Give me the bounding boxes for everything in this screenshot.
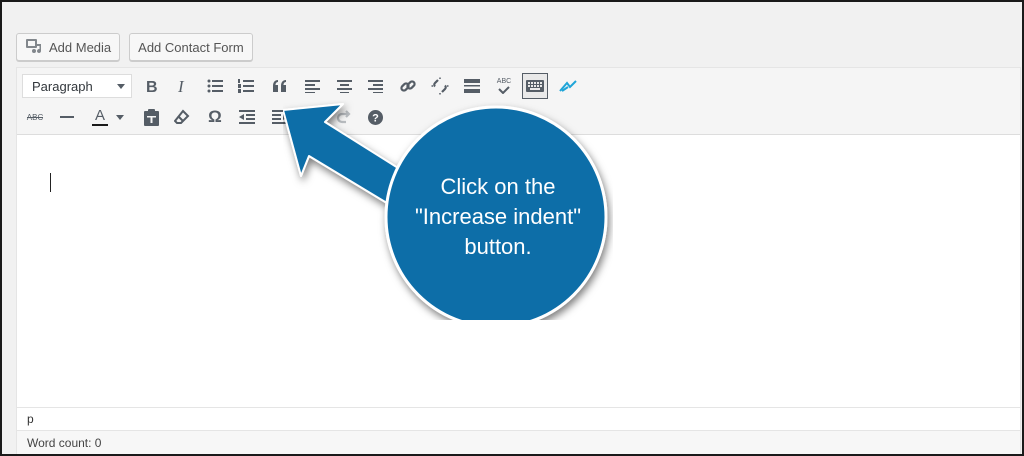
text-color-dropdown[interactable] (113, 104, 127, 130)
align-left-icon (304, 79, 320, 93)
paste-as-text-icon (143, 108, 159, 126)
numbered-list-icon (238, 79, 254, 93)
text-color-button[interactable]: A (87, 104, 113, 130)
paste-as-text-button[interactable] (138, 104, 164, 130)
callout-line-3: button. (464, 234, 532, 259)
decrease-indent-button[interactable] (234, 104, 260, 130)
horizontal-line-icon (60, 116, 74, 118)
align-right-button[interactable] (362, 73, 388, 99)
align-center-button[interactable] (331, 73, 357, 99)
read-more-icon (464, 79, 480, 93)
text-color-icon: A (92, 106, 108, 126)
element-path[interactable]: p (27, 412, 34, 426)
text-cursor (50, 173, 51, 192)
format-select[interactable]: Paragraph (22, 74, 132, 98)
bold-icon: B (145, 78, 159, 94)
bold-button[interactable]: B (139, 73, 165, 99)
add-contact-form-label: Add Contact Form (138, 39, 244, 55)
strikethrough-icon: ABC (26, 113, 44, 122)
clear-formatting-icon (174, 109, 190, 125)
callout-line-2: "Increase indent" (414, 204, 582, 229)
blockquote-icon (272, 80, 288, 92)
align-center-icon (336, 79, 352, 93)
remove-link-icon (431, 77, 449, 95)
spellcheck-icon: ABC (497, 78, 511, 94)
callout-text: Click on the "Increase indent" button. (387, 162, 609, 272)
text-color-label: A (94, 106, 105, 124)
italic-icon: I (176, 78, 190, 94)
keyboard-icon (526, 80, 544, 92)
format-select-value: Paragraph (32, 78, 93, 94)
svg-text:I: I (177, 78, 185, 94)
bulleted-list-icon (207, 79, 223, 93)
decrease-indent-icon (239, 110, 255, 124)
smart-button[interactable] (555, 73, 581, 99)
chevron-down-icon (117, 84, 125, 89)
chevron-down-icon (116, 114, 124, 120)
numbered-list-button[interactable] (233, 73, 259, 99)
insert-link-icon (399, 77, 417, 95)
insert-link-button[interactable] (395, 73, 421, 99)
add-media-button[interactable]: Add Media (16, 33, 121, 61)
smart-icon (559, 79, 577, 93)
bulleted-list-button[interactable] (202, 73, 228, 99)
spellcheck-button[interactable]: ABC (491, 73, 517, 99)
add-media-label: Add Media (49, 39, 112, 55)
blockquote-button[interactable] (267, 73, 293, 99)
remove-link-button[interactable] (427, 73, 453, 99)
callout-line-1: Click on the (440, 174, 556, 199)
align-right-icon (367, 79, 383, 93)
special-character-button[interactable]: Ω (202, 104, 228, 130)
read-more-button[interactable] (459, 73, 485, 99)
element-path-bar: p (17, 407, 1020, 430)
word-count-bar: Word count: 0 (17, 430, 1020, 455)
clear-formatting-button[interactable] (169, 104, 195, 130)
align-left-button[interactable] (299, 73, 325, 99)
spellcheck-label: ABC (496, 78, 512, 85)
special-character-icon: Ω (208, 107, 222, 126)
toolbar-toggle-button[interactable] (522, 73, 548, 99)
horizontal-line-button[interactable] (54, 104, 80, 130)
italic-button[interactable]: I (170, 73, 196, 99)
strikethrough-button[interactable]: ABC (22, 104, 48, 130)
word-count: Word count: 0 (27, 436, 102, 450)
media-icon (25, 38, 43, 57)
media-buttons: Add Media Add Contact Form (16, 33, 253, 61)
svg-text:B: B (146, 79, 158, 94)
add-contact-form-button[interactable]: Add Contact Form (129, 33, 253, 61)
